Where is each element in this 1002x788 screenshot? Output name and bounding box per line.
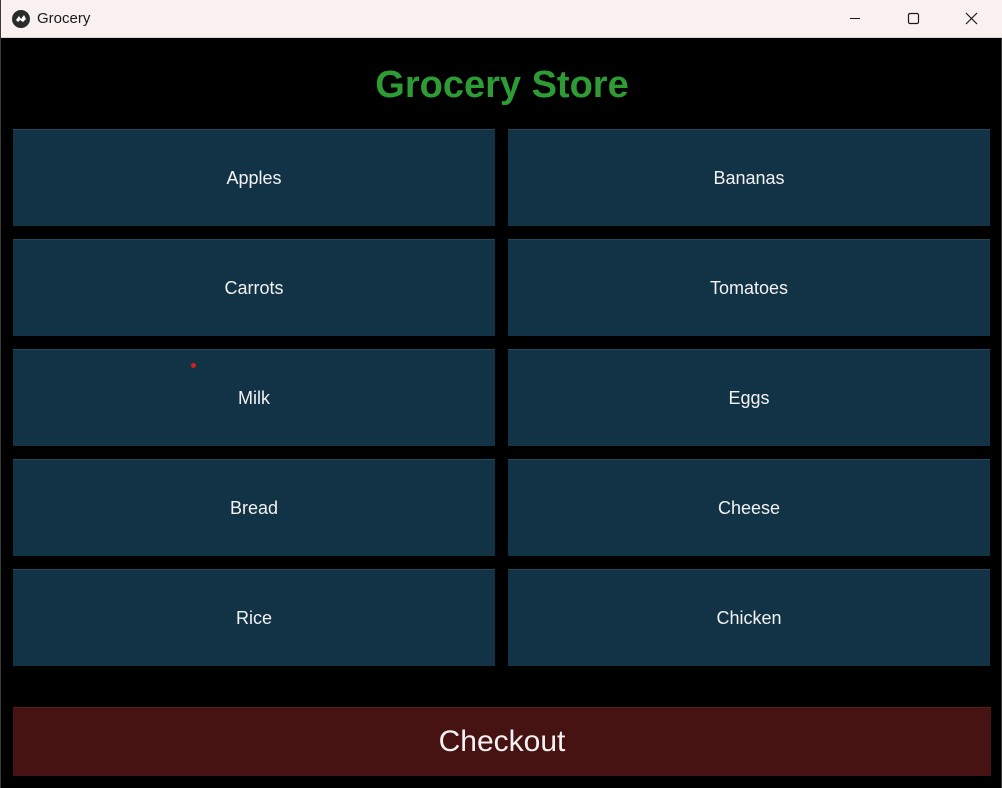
maximize-button[interactable] [884,0,942,37]
item-button-eggs[interactable]: Eggs [508,349,990,446]
checkout-button[interactable]: Checkout [13,707,991,776]
item-label: Tomatoes [709,277,789,298]
item-label: Carrots [224,277,284,298]
app-window: Grocery Grocery Store Apples Bananas Car… [0,0,1002,788]
window-title: Grocery [37,10,91,27]
item-label: Chicken [716,607,782,628]
item-label: Rice [235,607,272,628]
item-button-tomatoes[interactable]: Tomatoes [508,239,990,336]
item-label: Apples [226,167,282,188]
maximize-icon [907,12,920,25]
item-button-carrots[interactable]: Carrots [13,239,495,336]
item-button-bread[interactable]: Bread [13,459,495,556]
item-label: Eggs [728,387,770,408]
item-button-cheese[interactable]: Cheese [508,459,990,556]
close-button[interactable] [942,0,1000,37]
item-button-rice[interactable]: Rice [13,569,495,666]
item-label: Milk [238,387,270,408]
kivy-app-icon [12,10,30,28]
item-button-apples[interactable]: Apples [13,129,495,226]
checkout-label: Checkout [438,725,566,758]
item-button-chicken[interactable]: Chicken [508,569,990,666]
minimize-button[interactable] [826,0,884,37]
cursor-dot [191,363,196,368]
item-button-milk[interactable]: Milk [13,349,495,446]
page-title: Grocery Store [375,64,629,106]
close-icon [965,12,978,25]
minimize-icon [850,18,860,19]
item-label: Bananas [713,167,785,188]
title-bar[interactable]: Grocery [1,0,1002,38]
item-label: Bread [229,497,279,518]
item-label: Cheese [717,497,781,518]
item-button-bananas[interactable]: Bananas [508,129,990,226]
